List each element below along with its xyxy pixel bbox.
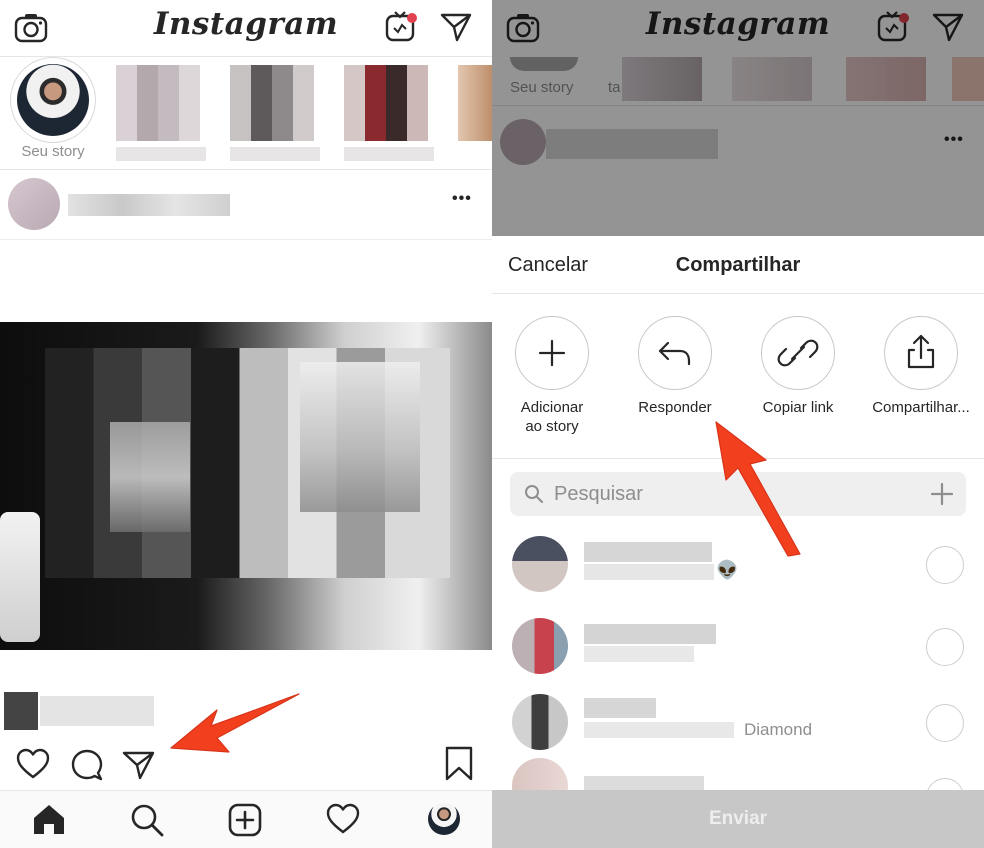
hand-detail [0, 512, 40, 642]
add-post-icon[interactable] [228, 803, 262, 837]
igtv-icon[interactable] [385, 10, 419, 44]
comment-icon[interactable] [70, 748, 104, 782]
contact-name-blurred [584, 776, 704, 790]
bookmark-icon[interactable] [444, 746, 474, 782]
story-thumbnail[interactable] [116, 65, 200, 141]
annotation-arrow [715, 421, 801, 557]
sheet-header: Compartilhar Cancelar [492, 236, 984, 294]
option-label: Copiar link [762, 399, 834, 416]
post-image[interactable] [0, 322, 492, 650]
story-name-blurred [344, 147, 434, 161]
cancel-button[interactable]: Cancelar [508, 254, 588, 277]
stories-tray: Seu story [0, 57, 492, 170]
pixelated-face-overlay [110, 422, 190, 532]
contact-name-blurred [584, 698, 656, 718]
profile-avatar[interactable] [428, 803, 460, 835]
share-icon [884, 316, 958, 390]
contact-row[interactable] [492, 618, 984, 696]
plus-icon [515, 316, 589, 390]
contact-name-blurred [584, 542, 712, 562]
liked-by-row-blurred [0, 692, 160, 730]
select-radio[interactable] [926, 704, 964, 742]
reply-icon [638, 316, 712, 390]
post-author-avatar[interactable] [8, 178, 60, 230]
select-radio[interactable] [926, 628, 964, 666]
my-avatar [17, 64, 89, 136]
contact-avatar [512, 694, 568, 750]
link-icon [761, 316, 835, 390]
share-sheet-screen: Instagram Seu story ta ••• Compartilhar … [492, 0, 984, 848]
paper-plane-icon[interactable] [122, 750, 156, 780]
search-icon[interactable] [130, 803, 164, 837]
option-label: Responder [638, 399, 712, 416]
post-header: ••• [0, 170, 492, 240]
annotation-arrow [170, 693, 300, 753]
search-icon [524, 484, 544, 504]
dim-overlay[interactable] [492, 0, 984, 236]
contact-avatar [512, 618, 568, 674]
more-options-icon[interactable]: ••• [452, 190, 472, 208]
contact-username-blurred [584, 722, 734, 738]
contact-username-blurred [584, 564, 714, 580]
select-radio[interactable] [926, 546, 964, 584]
post-author-name-blurred[interactable] [68, 194, 230, 216]
send-button[interactable]: Enviar [492, 790, 984, 848]
story-name-blurred [116, 147, 206, 161]
blurred-avatar [4, 692, 38, 730]
contact-avatar [512, 536, 568, 592]
story-thumbnail[interactable] [458, 65, 492, 141]
option-label: Adicionar ao story [520, 399, 584, 435]
heart-icon[interactable] [326, 803, 360, 835]
instagram-feed-screen: Instagram Seu story ••• [0, 0, 492, 848]
pixelated-face-overlay [300, 362, 420, 512]
option-label: Compartilhar... [872, 399, 970, 416]
paper-plane-icon[interactable] [440, 12, 472, 42]
blurred-text [40, 696, 154, 726]
story-thumbnail[interactable] [344, 65, 428, 141]
heart-icon[interactable] [16, 748, 50, 780]
alien-emoji: 👽 [716, 560, 739, 580]
send-label: Enviar [708, 808, 768, 829]
contact-username-blurred [584, 646, 694, 662]
bottom-tab-bar [0, 790, 492, 848]
contact-name-blurred [584, 624, 716, 644]
top-bar: Instagram [0, 0, 492, 57]
story-thumbnail[interactable] [230, 65, 314, 141]
story-name-blurred [230, 147, 320, 161]
my-story-label: Seu story [21, 143, 85, 160]
add-icon[interactable] [930, 482, 954, 506]
home-icon[interactable] [32, 803, 66, 835]
contact-suffix: Diamond [744, 720, 813, 739]
